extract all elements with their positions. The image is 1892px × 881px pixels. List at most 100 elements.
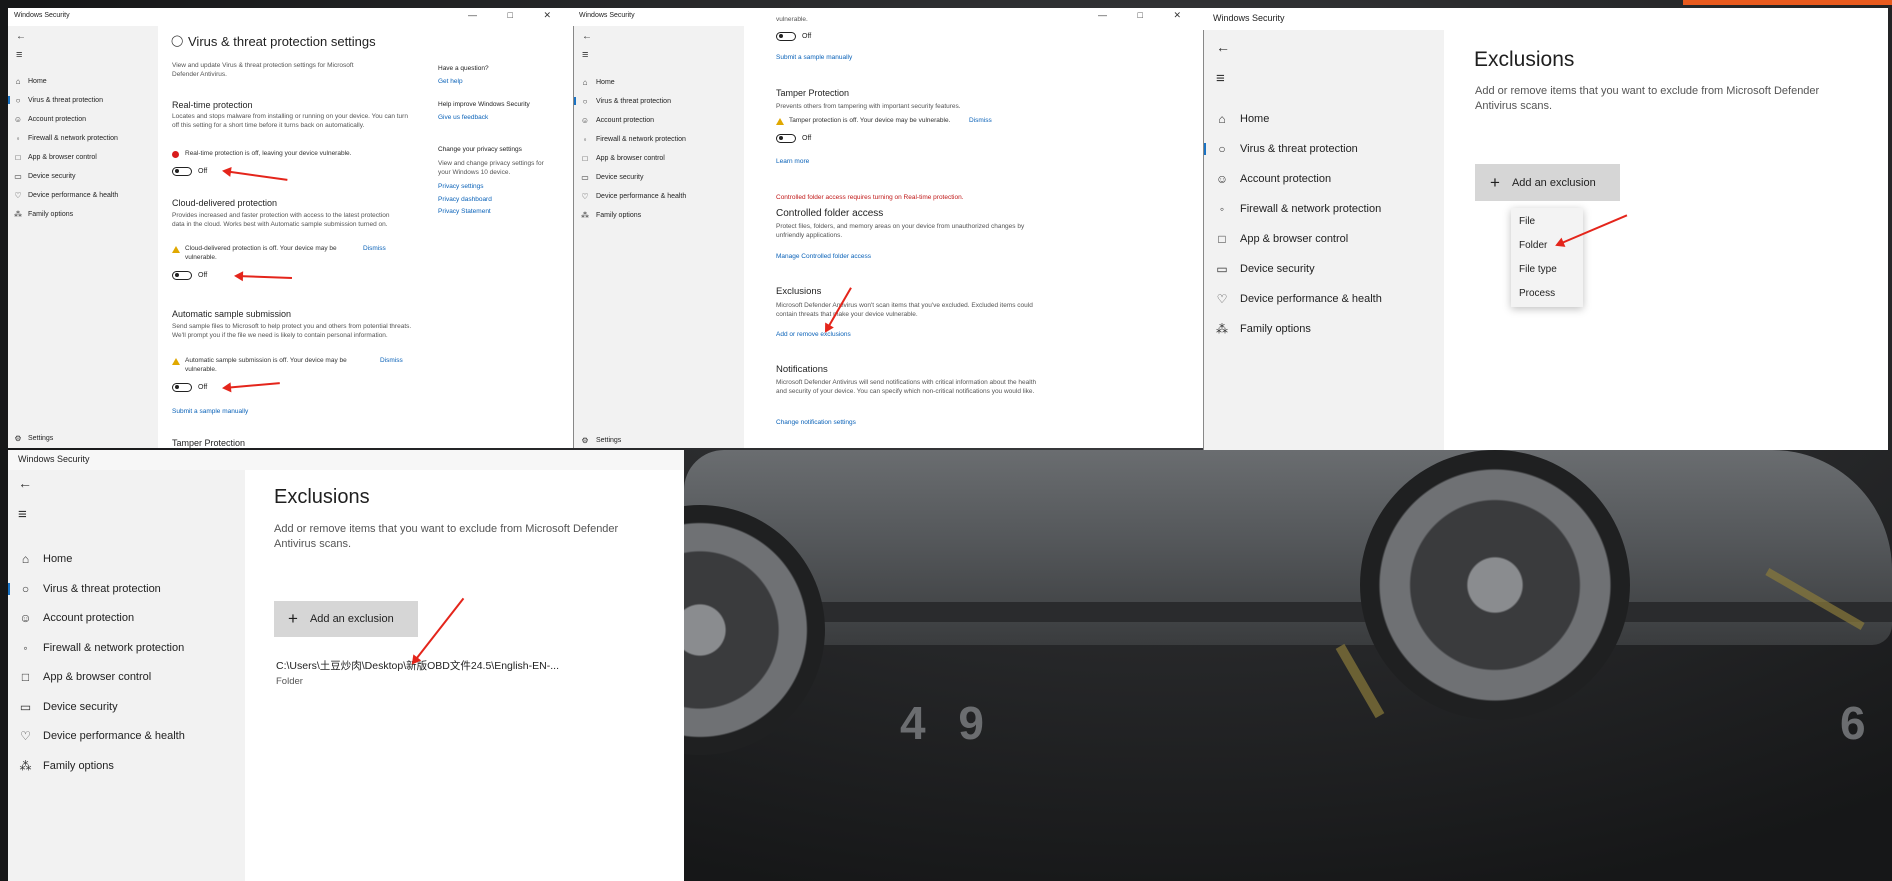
privacy-settings-link[interactable]: Privacy settings (438, 183, 484, 190)
learn-more-link[interactable]: Learn more (776, 158, 809, 165)
add-remove-exclusions-link[interactable]: Add or remove exclusions (776, 331, 851, 338)
sidebar-item-home[interactable]: ⌂ Home (574, 76, 615, 88)
sidebar-item-performance[interactable]: ♡ Device performance & health (574, 190, 686, 202)
toggle-switch[interactable] (172, 167, 192, 176)
sidebar-item-device-security[interactable]: ▭ Device security (8, 698, 118, 716)
cloud-heading: Cloud-delivered protection (172, 198, 278, 208)
sidebar-item-label: Account protection (43, 612, 135, 624)
window-controls[interactable]: — □ ✕ (468, 10, 565, 21)
sidebar-item-virus[interactable]: ○ Virus & threat protection (1204, 140, 1358, 158)
sidebar-item-label: Device performance & health (43, 730, 185, 742)
sidebar-item-virus[interactable]: ○ Virus & threat protection (8, 580, 161, 598)
back-icon[interactable]: ← (16, 31, 26, 42)
hamburger-menu-icon[interactable]: ≡ (18, 506, 27, 523)
sidebar-item-family[interactable]: ⁂ Family options (574, 209, 641, 221)
menu-item-file[interactable]: File (1519, 216, 1535, 227)
sidebar-item-settings[interactable]: ⚙ Settings (8, 432, 53, 444)
heart-icon: ♡ (581, 191, 589, 201)
sidebar-item-firewall[interactable]: ◦ Firewall & network protection (8, 639, 184, 657)
virus-shield-icon: ◯ (171, 35, 184, 47)
sidebar-item-virus[interactable]: ○ Virus & threat protection (8, 94, 103, 106)
sidebar-item-family[interactable]: ⁂ Family options (8, 208, 73, 220)
toggle-switch[interactable] (776, 134, 796, 143)
hamburger-menu-icon[interactable]: ≡ (582, 49, 588, 61)
submit-sample-link[interactable]: Submit a sample manually (172, 408, 248, 415)
menu-item-folder[interactable]: Folder (1519, 240, 1547, 251)
sidebar-item-app-browser[interactable]: □ App & browser control (8, 668, 151, 686)
title-bar: Windows Security — □ ✕ (8, 8, 573, 26)
sidebar-item-label: Home (43, 553, 73, 565)
tamper-toggle[interactable]: Off (776, 134, 811, 143)
sidebar-item-performance[interactable]: ♡ Device performance & health (8, 727, 185, 745)
sidebar-item-firewall[interactable]: ◦ Firewall & network protection (574, 133, 686, 145)
sidebar-item-label: Virus & threat protection (28, 96, 103, 104)
sidebar-item-firewall[interactable]: ◦ Firewall & network protection (8, 132, 118, 144)
hamburger-menu-icon[interactable]: ≡ (1216, 70, 1225, 87)
warning-icon (172, 246, 180, 253)
back-icon[interactable]: ← (582, 31, 592, 42)
main-content: ◯ Virus & threat protection settings Vie… (158, 26, 573, 448)
sample-dismiss-link[interactable]: Dismiss (380, 357, 403, 364)
menu-item-process[interactable]: Process (1519, 288, 1555, 299)
sidebar-item-firewall[interactable]: ◦ Firewall & network protection (1204, 200, 1381, 218)
realtime-error: Real-time protection is off, leaving you… (172, 150, 412, 159)
sidebar-item-account[interactable]: ☺ Account protection (8, 113, 86, 125)
privacy-statement-link[interactable]: Privacy Statement (438, 208, 491, 215)
sidebar-item-virus[interactable]: ○ Virus & threat protection (574, 95, 671, 107)
sidebar-item-settings[interactable]: ⚙ Settings (574, 434, 621, 446)
title-bar: Windows Security (8, 450, 684, 470)
sidebar-item-account[interactable]: ☺ Account protection (8, 609, 134, 627)
feedback-link[interactable]: Give us feedback (438, 114, 488, 121)
realtime-error-text: Real-time protection is off, leaving you… (185, 150, 352, 157)
sidebar-item-home[interactable]: ⌂ Home (8, 75, 47, 87)
sidebar-item-device-security[interactable]: ▭ Device security (1204, 260, 1314, 278)
sidebar-item-family[interactable]: ⁂ Family options (1204, 320, 1311, 338)
sidebar-item-performance[interactable]: ♡ Device performance & health (1204, 290, 1382, 308)
sidebar-item-device-security[interactable]: ▭ Device security (8, 170, 75, 182)
sidebar-item-home[interactable]: ⌂ Home (8, 550, 72, 568)
back-icon[interactable]: ← (1216, 39, 1230, 55)
hamburger-menu-icon[interactable]: ≡ (16, 49, 22, 61)
back-icon[interactable]: ← (18, 475, 32, 491)
sidebar-item-label: Firewall & network protection (28, 134, 118, 142)
notification-settings-link[interactable]: Change notification settings (776, 419, 856, 426)
sidebar-item-performance[interactable]: ♡ Device performance & health (8, 189, 118, 201)
plus-icon: + (288, 609, 298, 628)
cloud-dismiss-link[interactable]: Dismiss (363, 245, 386, 252)
sidebar-item-app-browser[interactable]: □ App & browser control (574, 152, 665, 164)
menu-item-file-type[interactable]: File type (1519, 264, 1557, 275)
sidebar-item-label: Device security (596, 173, 644, 181)
sample-toggle[interactable]: Off (172, 383, 207, 392)
toggle-switch[interactable] (172, 383, 192, 392)
window-virus-settings: Windows Security — □ ✕ ← ≡ ⌂ Home ○ Virus … (8, 8, 573, 448)
get-help-link[interactable]: Get help (438, 78, 463, 85)
sidebar-item-app-browser[interactable]: □ App & browser control (8, 151, 97, 163)
sample-description: Send sample files to Microsoft to help p… (172, 323, 412, 339)
cloud-toggle[interactable]: Off (172, 271, 207, 280)
privacy-description: View and change privacy settings for you… (438, 160, 544, 176)
floor-number: 6 (1840, 697, 1866, 749)
toggle-switch[interactable] (776, 32, 796, 41)
sidebar-item-app-browser[interactable]: □ App & browser control (1204, 230, 1348, 248)
exclusion-type: Folder (276, 676, 303, 687)
tamper-warning: Tamper protection is off. Your device ma… (776, 117, 950, 126)
top-toggle[interactable]: Off (776, 32, 811, 41)
tamper-warning-text: Tamper protection is off. Your device ma… (789, 117, 951, 124)
sidebar-item-device-security[interactable]: ▭ Device security (574, 171, 643, 183)
tamper-dismiss-link[interactable]: Dismiss (969, 117, 992, 124)
privacy-dashboard-link[interactable]: Privacy dashboard (438, 196, 492, 203)
sidebar-item-home[interactable]: ⌂ Home (1204, 110, 1269, 128)
submit-sample-link[interactable]: Submit a sample manually (776, 54, 852, 61)
add-exclusion-button[interactable]: + Add an exclusion (274, 601, 418, 637)
add-exclusion-button[interactable]: + Add an exclusion (1475, 164, 1620, 201)
sidebar-item-account[interactable]: ☺ Account protection (1204, 170, 1331, 188)
manage-cfa-link[interactable]: Manage Controlled folder access (776, 253, 871, 260)
person-icon: ☺ (19, 611, 32, 625)
exclusion-entry[interactable]: C:\Users\土豆炒肉\Desktop\新版OBD文件24.5\Englis… (276, 658, 636, 687)
warning-icon (172, 358, 180, 365)
sidebar-item-family[interactable]: ⁂ Family options (8, 757, 114, 775)
realtime-toggle[interactable]: Off (172, 167, 207, 176)
sidebar-item-account[interactable]: ☺ Account protection (574, 114, 654, 126)
toggle-switch[interactable] (172, 271, 192, 280)
add-exclusion-label: Add an exclusion (1511, 176, 1596, 189)
